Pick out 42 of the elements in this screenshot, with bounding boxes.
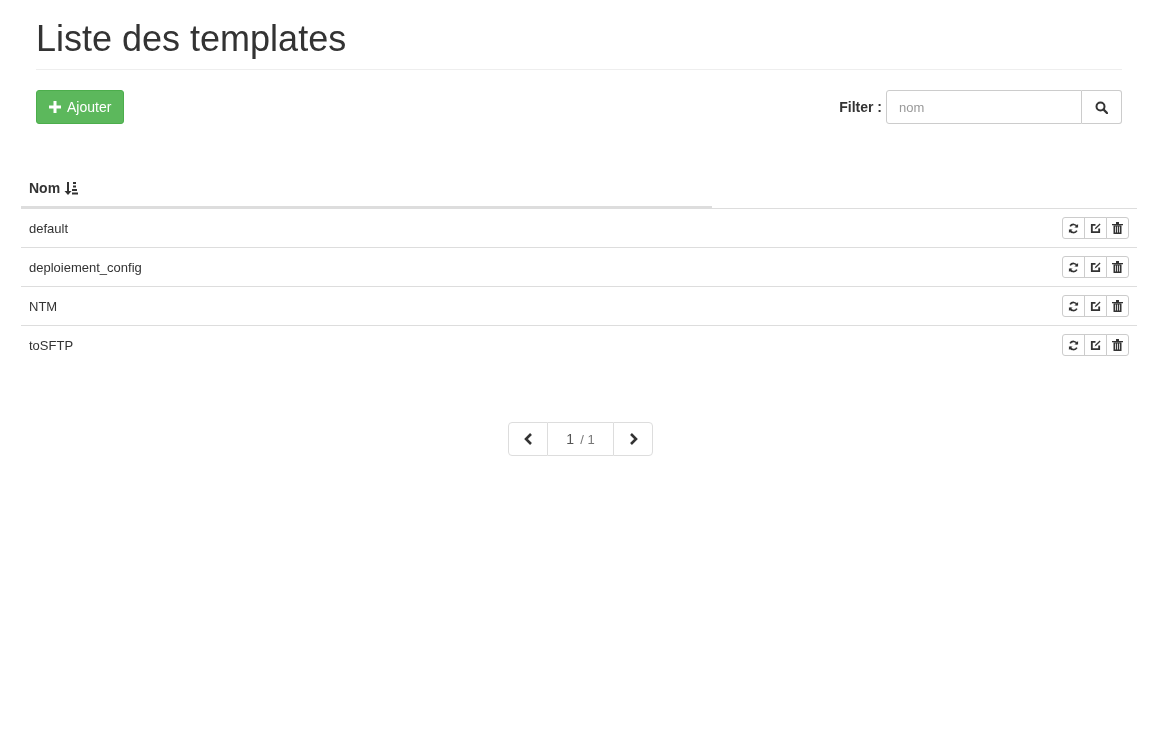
refresh-icon [1068,261,1079,273]
refresh-icon [1068,222,1079,234]
refresh-button[interactable] [1062,334,1085,356]
table-cell: toSFTP [29,337,74,353]
refresh-button[interactable] [1062,217,1085,239]
refresh-icon [1068,339,1079,351]
edit-icon [1090,339,1101,351]
page-title: Liste des templates [36,0,1122,70]
next-page-button[interactable] [613,422,653,456]
filter-label: Filter : [839,99,882,115]
filter-field[interactable]: nom [886,90,1082,124]
delete-button[interactable] [1106,295,1129,317]
refresh-icon [1068,300,1079,312]
table-cell: default [29,220,69,236]
delete-button[interactable] [1106,334,1129,356]
edit-button[interactable] [1084,217,1107,239]
edit-icon [1090,222,1101,234]
page-total: / 1 [580,431,595,447]
search-button[interactable] [1082,90,1122,124]
edit-button[interactable] [1084,295,1107,317]
chevron-left-icon [523,433,533,445]
edit-button[interactable] [1084,334,1107,356]
chevron-right-icon [628,433,638,445]
edit-icon [1090,300,1101,312]
edit-button[interactable] [1084,256,1107,278]
previous-page-button[interactable] [508,422,548,456]
search-icon [1095,100,1108,114]
delete-button[interactable] [1106,217,1129,239]
delete-button[interactable] [1106,256,1129,278]
edit-icon [1090,261,1101,273]
trash-icon [1112,339,1123,351]
column-header[interactable]: Nom [29,180,61,196]
sort-icon [64,181,79,195]
trash-icon [1112,261,1123,273]
plus-icon [49,101,61,113]
refresh-button[interactable] [1062,256,1085,278]
trash-icon [1112,300,1123,312]
page-number: 1 [566,431,575,447]
trash-icon [1112,222,1123,234]
refresh-button[interactable] [1062,295,1085,317]
table-cell: deploiement_config [29,259,142,275]
table-cell: NTM [29,298,58,314]
